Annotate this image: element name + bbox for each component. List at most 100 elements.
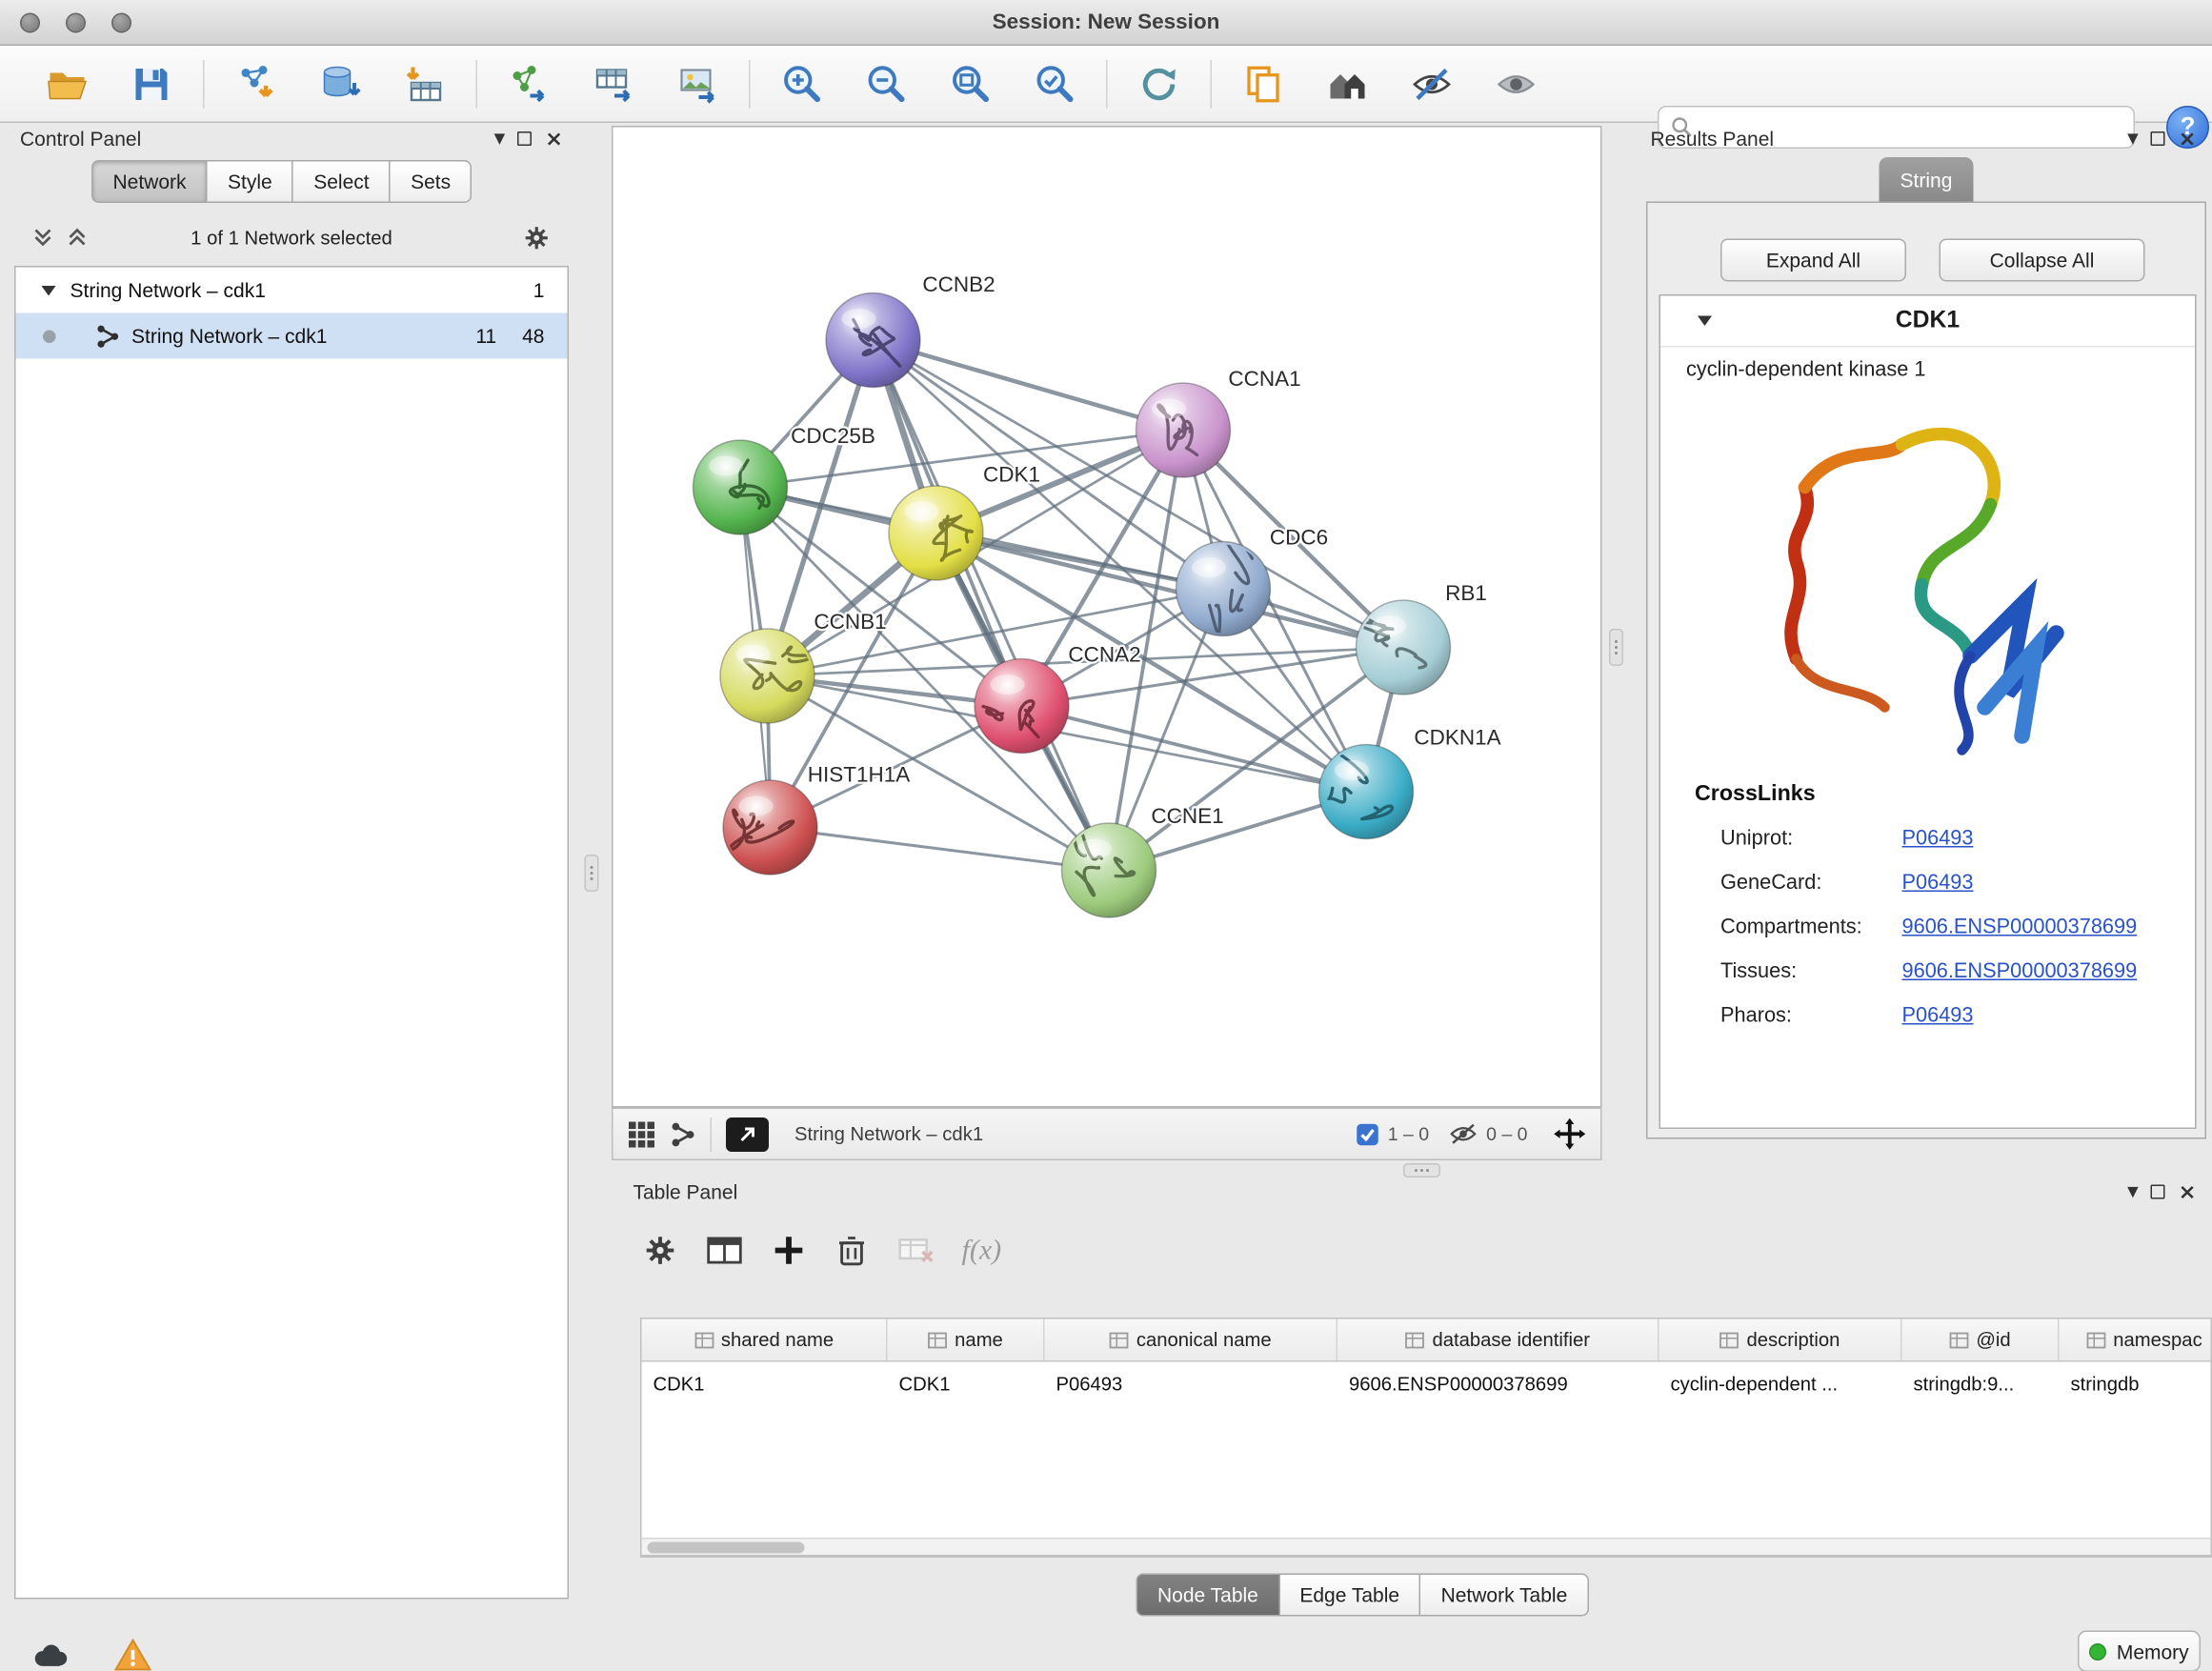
expand-all-button[interactable]: Expand All xyxy=(1720,239,1906,282)
memory-button[interactable]: Memory xyxy=(2078,1631,2201,1671)
disclosure-triangle-icon[interactable] xyxy=(1698,316,1712,327)
node-HIST1H1A[interactable] xyxy=(723,780,817,875)
hidden-eye-icon[interactable] xyxy=(1449,1122,1478,1147)
left-splitter-handle[interactable] xyxy=(585,855,599,892)
panel-float-icon[interactable] xyxy=(2151,1185,2165,1199)
export-table-button[interactable] xyxy=(580,52,646,115)
import-network-from-file-button[interactable] xyxy=(223,52,289,115)
scrollbar-thumb[interactable] xyxy=(648,1542,805,1554)
panel-collapse-icon[interactable]: ▼ xyxy=(2127,1184,2139,1200)
network-canvas[interactable]: CCNB2CCNA1CDC25BCDK1CDC6RB1CCNB1CCNA2CDK… xyxy=(612,126,1602,1108)
column-type-icon xyxy=(1719,1331,1739,1348)
table-cell[interactable]: 9606.ENSP00000378699 xyxy=(1337,1362,1659,1405)
table-settings-gear-icon[interactable] xyxy=(642,1232,679,1269)
refresh-view-button[interactable] xyxy=(1126,52,1192,115)
tab-select[interactable]: Select xyxy=(293,160,391,203)
column-header-database-identifier[interactable]: database identifier xyxy=(1337,1319,1659,1361)
import-table-from-file-button[interactable] xyxy=(392,52,457,115)
export-image-button[interactable] xyxy=(665,52,731,115)
edge-HIST1H1A-CCNE1[interactable] xyxy=(771,828,1110,871)
delete-column-trash-icon[interactable] xyxy=(834,1232,871,1269)
node-CCNA2[interactable] xyxy=(975,659,1069,754)
table-cell[interactable]: CDK1 xyxy=(642,1362,888,1405)
show-columns-icon[interactable] xyxy=(705,1231,745,1271)
node-label-RB1: RB1 xyxy=(1445,581,1487,605)
export-network-button[interactable] xyxy=(496,52,562,115)
column-header-description[interactable]: description xyxy=(1659,1319,1902,1361)
share-network-icon[interactable] xyxy=(671,1121,696,1147)
crosslink-value[interactable]: P06493 xyxy=(1902,1004,1974,1027)
panel-close-icon[interactable]: × xyxy=(2179,1185,2197,1199)
zoom-selected-button[interactable] xyxy=(1022,52,1088,115)
panel-float-icon[interactable] xyxy=(518,131,533,146)
tab-node-table[interactable]: Node Table xyxy=(1136,1574,1280,1617)
zoom-fit-button[interactable] xyxy=(937,52,1003,115)
table-cell[interactable]: CDK1 xyxy=(888,1362,1045,1405)
tab-sets[interactable]: Sets xyxy=(391,160,473,203)
table-row[interactable]: CDK1CDK1P064939606.ENSP00000378699cyclin… xyxy=(642,1362,2211,1405)
panel-close-icon[interactable]: × xyxy=(2179,131,2197,146)
network-tree-row[interactable]: String Network – cdk1 11 48 xyxy=(16,313,568,359)
show-all-button[interactable] xyxy=(1483,52,1549,115)
panel-collapse-icon[interactable]: ▼ xyxy=(494,131,506,147)
right-splitter-handle[interactable] xyxy=(1609,629,1623,666)
column-header--id[interactable]: @id xyxy=(1902,1319,2060,1361)
tab-edge-table[interactable]: Edge Table xyxy=(1279,1574,1420,1617)
save-session-button[interactable] xyxy=(119,52,185,115)
copy-button[interactable] xyxy=(1231,52,1297,115)
panel-close-icon[interactable]: × xyxy=(545,131,563,146)
gear-icon[interactable] xyxy=(522,222,553,252)
node-RB1[interactable] xyxy=(1357,600,1451,695)
horizontal-scrollbar[interactable] xyxy=(640,1538,2212,1557)
add-column-plus-icon[interactable] xyxy=(771,1232,808,1269)
selected-checkbox-icon[interactable] xyxy=(1357,1122,1379,1145)
pan-crosshair-icon[interactable] xyxy=(1554,1117,1587,1151)
column-header-shared-name[interactable]: shared name xyxy=(642,1319,888,1361)
table-cell[interactable]: cyclin-dependent ... xyxy=(1659,1362,1902,1405)
crosslink-value[interactable]: P06493 xyxy=(1902,827,1974,850)
detach-view-button[interactable] xyxy=(726,1117,769,1151)
crosslink-value[interactable]: 9606.ENSP00000378699 xyxy=(1902,959,2138,982)
crosslink-value[interactable]: 9606.ENSP00000378699 xyxy=(1902,916,2138,938)
protein-section-header[interactable]: CDK1 xyxy=(1660,296,2195,348)
node-CCNB1[interactable] xyxy=(720,629,814,723)
bottom-splitter-handle[interactable] xyxy=(1403,1163,1440,1178)
birds-eye-view-icon[interactable] xyxy=(628,1119,656,1148)
node-CDC25B[interactable] xyxy=(694,440,788,534)
open-session-button[interactable] xyxy=(34,52,100,115)
table-cell[interactable]: P06493 xyxy=(1045,1362,1338,1405)
node-CCNA1[interactable] xyxy=(1136,383,1231,477)
edge-CCNB2-CCNE1[interactable] xyxy=(874,340,1110,871)
network-tree-root-row[interactable]: String Network – cdk1 1 xyxy=(16,268,568,313)
disclosure-triangle-icon[interactable] xyxy=(42,285,56,295)
warnings-button[interactable] xyxy=(106,1635,160,1671)
table-cell[interactable]: stringdb:9... xyxy=(1902,1362,2060,1405)
column-header-canonical-name[interactable]: canonical name xyxy=(1045,1319,1338,1361)
panel-collapse-icon[interactable]: ▼ xyxy=(2127,131,2139,147)
node-CCNE1[interactable] xyxy=(1062,823,1156,917)
zoom-window-icon[interactable] xyxy=(111,13,131,33)
node-CCNB2[interactable] xyxy=(826,293,920,388)
edge-CCNB2-CCNA1[interactable] xyxy=(874,340,1184,431)
tab-network[interactable]: Network xyxy=(91,160,208,203)
panel-float-icon[interactable] xyxy=(2151,131,2165,146)
tab-network-table[interactable]: Network Table xyxy=(1421,1574,1589,1617)
close-window-icon[interactable] xyxy=(20,13,40,33)
node-CDC6[interactable] xyxy=(1176,534,1271,635)
hide-selected-button[interactable] xyxy=(1399,52,1465,115)
zoom-in-button[interactable] xyxy=(769,52,835,115)
table-cell[interactable]: stringdb xyxy=(2060,1362,2212,1405)
home-button[interactable] xyxy=(1315,52,1380,115)
collapse-all-button[interactable]: Collapse All xyxy=(1940,239,2145,282)
cloud-button[interactable] xyxy=(23,1635,77,1671)
crosslink-value[interactable]: P06493 xyxy=(1902,871,1974,894)
node-CDK1[interactable] xyxy=(889,486,983,580)
import-network-from-database-button[interactable] xyxy=(308,52,373,115)
minimize-window-icon[interactable] xyxy=(66,13,86,33)
node-CDKN1A[interactable] xyxy=(1319,745,1414,839)
column-header-namespac[interactable]: namespac xyxy=(2060,1319,2212,1361)
column-header-name[interactable]: name xyxy=(888,1319,1045,1361)
tab-string[interactable]: String xyxy=(1880,157,1974,202)
tab-style[interactable]: Style xyxy=(208,160,293,203)
zoom-out-button[interactable] xyxy=(854,52,919,115)
